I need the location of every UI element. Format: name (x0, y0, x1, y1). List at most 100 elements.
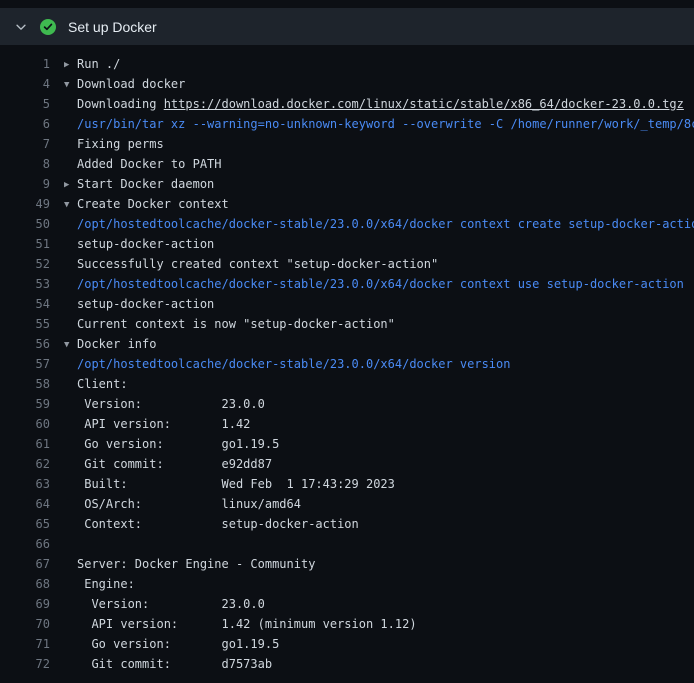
line-content: setup-docker-action (64, 234, 214, 254)
line-number[interactable]: 50 (0, 214, 50, 234)
log-line: 51 setup-docker-action (0, 234, 694, 254)
log-group-line[interactable]: 56 ▼Docker info (0, 334, 694, 354)
line-number[interactable]: 49 (0, 194, 50, 214)
line-number[interactable]: 60 (0, 414, 50, 434)
line-content: /usr/bin/tar xz --warning=no-unknown-key… (64, 114, 694, 134)
log-text: Git commit: d7573ab (77, 657, 272, 671)
log-text: Current context is now "setup-docker-act… (77, 317, 395, 331)
line-number[interactable]: 54 (0, 294, 50, 314)
line-content: ▶Run ./ (64, 54, 120, 74)
group-title: Docker info (77, 337, 156, 351)
log-command-text: /opt/hostedtoolcache/docker-stable/23.0.… (77, 217, 694, 231)
log-line: 63 Built: Wed Feb 1 17:43:29 2023 (0, 474, 694, 494)
log-text: API version: 1.42 (minimum version 1.12) (77, 617, 417, 631)
line-content: API version: 1.42 (minimum version 1.12) (64, 614, 417, 634)
log-text: Go version: go1.19.5 (77, 437, 279, 451)
line-number[interactable]: 51 (0, 234, 50, 254)
log-text: Context: setup-docker-action (77, 517, 359, 531)
line-number[interactable]: 55 (0, 314, 50, 334)
log-line: 8 Added Docker to PATH (0, 154, 694, 174)
log-line: 52 Successfully created context "setup-do… (0, 254, 694, 274)
line-number[interactable]: 72 (0, 654, 50, 674)
log-line: 54 setup-docker-action (0, 294, 694, 314)
log-link[interactable]: https://download.docker.com/linux/static… (164, 97, 684, 111)
log-line: 60 API version: 1.42 (0, 414, 694, 434)
line-number[interactable]: 63 (0, 474, 50, 494)
group-collapsed-icon[interactable]: ▶ (64, 175, 77, 194)
line-number[interactable]: 52 (0, 254, 50, 274)
log-line: 70 API version: 1.42 (minimum version 1.… (0, 614, 694, 634)
line-content: OS/Arch: linux/amd64 (64, 494, 301, 514)
group-expanded-icon[interactable]: ▼ (64, 75, 77, 94)
line-content: /opt/hostedtoolcache/docker-stable/23.0.… (64, 214, 694, 234)
line-content: Context: setup-docker-action (64, 514, 359, 534)
line-number[interactable]: 6 (0, 114, 50, 134)
step-header[interactable]: Set up Docker (0, 8, 694, 45)
log-text: Server: Docker Engine - Community (77, 557, 315, 571)
line-number[interactable]: 59 (0, 394, 50, 414)
log-command-text: /usr/bin/tar xz --warning=no-unknown-key… (77, 117, 694, 131)
log-line: 58Client: (0, 374, 694, 394)
line-number[interactable]: 70 (0, 614, 50, 634)
log-group-line[interactable]: 1 ▶Run ./ (0, 54, 694, 74)
log-line: 53/opt/hostedtoolcache/docker-stable/23.… (0, 274, 694, 294)
line-number[interactable]: 61 (0, 434, 50, 454)
line-number[interactable]: 62 (0, 454, 50, 474)
line-content: Server: Docker Engine - Community (64, 554, 315, 574)
line-number[interactable]: 67 (0, 554, 50, 574)
group-title: Create Docker context (77, 197, 229, 211)
line-number[interactable]: 53 (0, 274, 50, 294)
line-number[interactable]: 58 (0, 374, 50, 394)
line-number[interactable]: 1 (0, 54, 50, 74)
log-line: 64 OS/Arch: linux/amd64 (0, 494, 694, 514)
line-content: ▼Create Docker context (64, 194, 229, 214)
log-group-line[interactable]: 49 ▼Create Docker context (0, 194, 694, 214)
line-number[interactable]: 8 (0, 154, 50, 174)
line-number[interactable]: 68 (0, 574, 50, 594)
log-text: Go version: go1.19.5 (77, 637, 279, 651)
group-title: Run ./ (77, 57, 120, 71)
line-number[interactable]: 4 (0, 74, 50, 94)
log-line: 55 Current context is now "setup-docker-a… (0, 314, 694, 334)
log-text: Built: Wed Feb 1 17:43:29 2023 (77, 477, 395, 491)
line-number[interactable]: 9 (0, 174, 50, 194)
line-number[interactable]: 69 (0, 594, 50, 614)
log-group-line[interactable]: 4▼Download docker (0, 74, 694, 94)
group-expanded-icon[interactable]: ▼ (64, 195, 77, 214)
log-command-text: /opt/hostedtoolcache/docker-stable/23.0.… (77, 357, 510, 371)
line-content: Go version: go1.19.5 (64, 634, 279, 654)
log-line: 61 Go version: go1.19.5 (0, 434, 694, 454)
log-text: Successfully created context "setup-dock… (77, 257, 438, 271)
log-line: 72 Git commit: d7573ab (0, 654, 694, 674)
line-number[interactable]: 56 (0, 334, 50, 354)
line-content: setup-docker-action (64, 294, 214, 314)
log-text: Fixing perms (77, 137, 164, 151)
line-content: Go version: go1.19.5 (64, 434, 279, 454)
line-number[interactable]: 64 (0, 494, 50, 514)
chevron-down-icon[interactable] (14, 20, 28, 34)
group-title: Start Docker daemon (77, 177, 214, 191)
success-check-icon (40, 19, 56, 35)
log-line: 6/usr/bin/tar xz --warning=no-unknown-ke… (0, 114, 694, 134)
group-collapsed-icon[interactable]: ▶ (64, 55, 77, 74)
line-number[interactable]: 5 (0, 94, 50, 114)
log-line: 69 Version: 23.0.0 (0, 594, 694, 614)
log-text: setup-docker-action (77, 237, 214, 251)
log-line: 62 Git commit: e92dd87 (0, 454, 694, 474)
line-number[interactable]: 66 (0, 534, 50, 554)
line-number[interactable]: 57 (0, 354, 50, 374)
log-line: 50/opt/hostedtoolcache/docker-stable/23.… (0, 214, 694, 234)
line-content: Version: 23.0.0 (64, 394, 265, 414)
line-number[interactable]: 71 (0, 634, 50, 654)
line-content (64, 534, 77, 554)
group-expanded-icon[interactable]: ▼ (64, 335, 77, 354)
log-line: 59 Version: 23.0.0 (0, 394, 694, 414)
line-content: ▼Docker info (64, 334, 156, 354)
line-content: Added Docker to PATH (64, 154, 222, 174)
line-number[interactable]: 7 (0, 134, 50, 154)
log-line: 67 Server: Docker Engine - Community (0, 554, 694, 574)
line-number[interactable]: 65 (0, 514, 50, 534)
log-group-line[interactable]: 9 ▶Start Docker daemon (0, 174, 694, 194)
log-line: 66 (0, 534, 694, 554)
line-content: API version: 1.42 (64, 414, 250, 434)
